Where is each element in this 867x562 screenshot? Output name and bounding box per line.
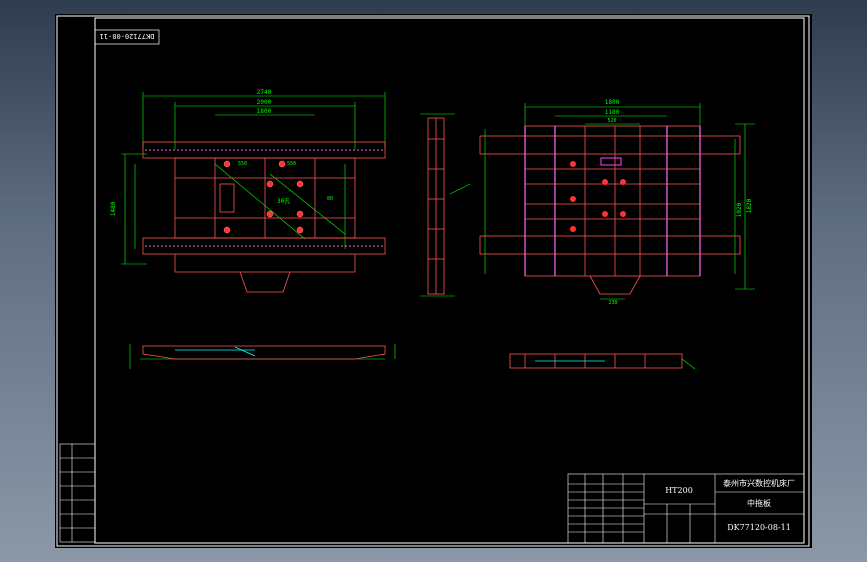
dim-hole-note: 30孔: [277, 197, 290, 205]
material-label: HT200: [665, 486, 693, 495]
section-view-right: [509, 353, 696, 370]
right-plan-view: 1800 1180 520 1820 1020 230: [479, 99, 755, 306]
dim-height-total: 1820: [746, 198, 753, 213]
slot-highlight: [600, 157, 622, 166]
dim-width-top: 1800: [605, 99, 620, 106]
section-view-left: [129, 344, 396, 369]
plan-view: 2740 2000 1800 1480 550 550 30孔 80: [110, 89, 386, 293]
drawing-number: DK77120-08-11: [727, 523, 791, 532]
dim-inner-width: 2000: [257, 99, 272, 106]
dim-slot-width: 1800: [257, 108, 272, 115]
company-name: 泰州市兴数控机床厂: [723, 478, 795, 488]
sheet-border: [56, 15, 810, 547]
side-view: [420, 113, 471, 297]
drawing-frame: [94, 17, 805, 544]
dim-height-inner: 1020: [736, 202, 743, 217]
dim-circle-a: 550: [238, 161, 247, 167]
dim-depth: 80: [327, 196, 333, 202]
cad-viewport[interactable]: DK77120-08-11 2740 2000 1800 1480 550 55…: [55, 14, 812, 548]
dim-width-mid: 1180: [605, 109, 620, 116]
dim-left-height: 1480: [110, 201, 117, 216]
corner-drawing-number: DK77120-08-11: [100, 32, 155, 40]
part-name: 中拖板: [747, 498, 771, 508]
drawing-canvas: DK77120-08-11 2740 2000 1800 1480 550 55…: [56, 15, 810, 547]
left-side-strip: [59, 443, 96, 543]
dim-bottom: 230: [608, 300, 617, 306]
dim-circle-b: 550: [287, 161, 296, 167]
dim-overall-width: 2740: [257, 89, 272, 96]
dim-width-inner: 520: [607, 118, 616, 124]
